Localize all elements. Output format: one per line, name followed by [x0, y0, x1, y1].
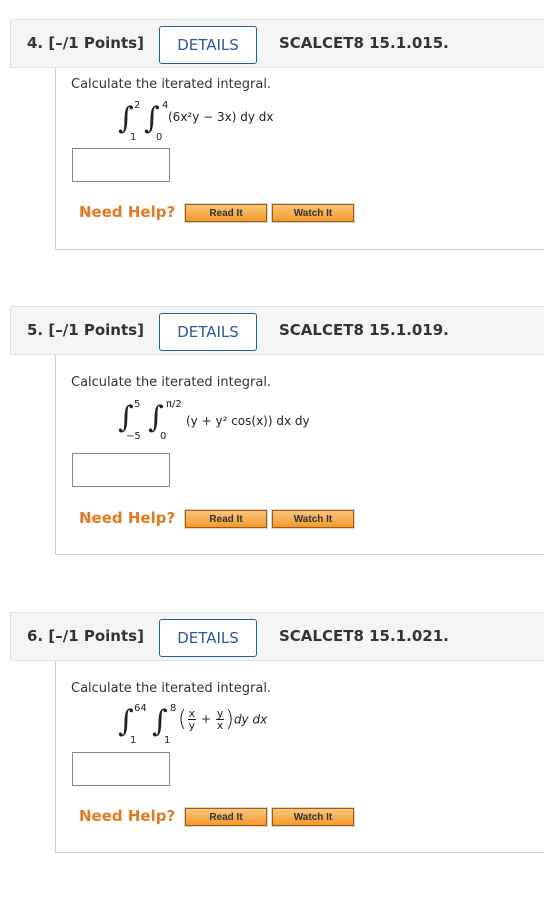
- outer-lower-limit: 1: [130, 132, 137, 143]
- integrand: (y + y² cos(x)) dx dy: [186, 414, 310, 428]
- outer-lower-limit: −5: [126, 431, 141, 442]
- read-it-button[interactable]: Read It: [184, 203, 268, 223]
- inner-lower-limit: 1: [164, 735, 171, 746]
- plus-sign: +: [200, 712, 211, 726]
- question-header: 4. [–/1 Points] DETAILS SCALCET8 15.1.01…: [10, 19, 544, 68]
- need-help-label: Need Help?: [79, 203, 176, 221]
- open-paren: (: [178, 707, 187, 732]
- inner-lower-limit: 0: [160, 431, 167, 442]
- inner-integral-sign: ∫: [152, 704, 168, 739]
- inner-upper-limit: 8: [170, 703, 177, 714]
- outer-upper-limit: 64: [134, 703, 147, 714]
- read-it-button[interactable]: Read It: [184, 509, 268, 529]
- inner-lower-limit: 0: [156, 132, 163, 143]
- watch-it-button[interactable]: Watch It: [271, 203, 355, 223]
- question-prompt: Calculate the iterated integral.: [71, 77, 272, 92]
- fraction-x-over-y: xy: [187, 708, 197, 732]
- need-help-label: Need Help?: [79, 807, 176, 825]
- details-button[interactable]: DETAILS: [159, 619, 257, 657]
- question-body: Calculate the iterated integral. ∫ 64 1 …: [55, 661, 544, 853]
- question-title: 4. [–/1 Points]: [27, 34, 144, 52]
- outer-lower-limit: 1: [130, 735, 137, 746]
- question-prompt: Calculate the iterated integral.: [71, 681, 272, 696]
- details-button[interactable]: DETAILS: [159, 313, 257, 351]
- close-paren: ): [225, 707, 234, 732]
- outer-integral-sign: ∫: [118, 101, 134, 136]
- inner-integral-sign: ∫: [144, 101, 160, 136]
- question-title: 5. [–/1 Points]: [27, 321, 144, 339]
- question-header: 6. [–/1 Points] DETAILS SCALCET8 15.1.02…: [10, 612, 544, 661]
- question-code: SCALCET8 15.1.015.: [279, 34, 449, 52]
- answer-input[interactable]: [72, 148, 170, 182]
- outer-integral-sign: ∫: [118, 704, 134, 739]
- answer-input[interactable]: [72, 453, 170, 487]
- inner-upper-limit: π/2: [166, 399, 182, 410]
- question-body: Calculate the iterated integral. ∫ 5 −5 …: [55, 355, 544, 555]
- details-button[interactable]: DETAILS: [159, 26, 257, 64]
- outer-upper-limit: 2: [134, 100, 141, 111]
- read-it-button[interactable]: Read It: [184, 807, 268, 827]
- answer-input[interactable]: [72, 752, 170, 786]
- iterated-integral: ∫ 64 1 ∫ 8 1 (x y + y x)dy dx: [118, 701, 418, 751]
- inner-integral-sign: ∫: [148, 400, 164, 435]
- question-prompt: Calculate the iterated integral.: [71, 375, 272, 390]
- iterated-integral: ∫ 5 −5 ∫ π/2 0 (y + y² cos(x)) dx dy: [118, 397, 418, 447]
- fraction-denominator: x: [216, 719, 224, 732]
- fraction-y-over-x: yx: [215, 708, 225, 732]
- integrand: (6x²y − 3x) dy dx: [168, 110, 274, 124]
- watch-it-button[interactable]: Watch It: [271, 807, 355, 827]
- question-title: 6. [–/1 Points]: [27, 627, 144, 645]
- need-help-label: Need Help?: [79, 509, 176, 527]
- iterated-integral: ∫ 2 1 ∫ 4 0 (6x²y − 3x) dy dx: [118, 98, 378, 148]
- fraction-denominator: y: [188, 719, 196, 732]
- watch-it-button[interactable]: Watch It: [271, 509, 355, 529]
- question-code: SCALCET8 15.1.019.: [279, 321, 449, 339]
- differentials: dy dx: [233, 712, 268, 727]
- outer-integral-sign: ∫: [118, 400, 134, 435]
- outer-upper-limit: 5: [134, 399, 141, 410]
- question-body: Calculate the iterated integral. ∫ 2 1 ∫…: [55, 68, 544, 250]
- integrand: (x y + y x)dy dx: [178, 707, 267, 732]
- question-header: 5. [–/1 Points] DETAILS SCALCET8 15.1.01…: [10, 306, 544, 355]
- question-code: SCALCET8 15.1.021.: [279, 627, 449, 645]
